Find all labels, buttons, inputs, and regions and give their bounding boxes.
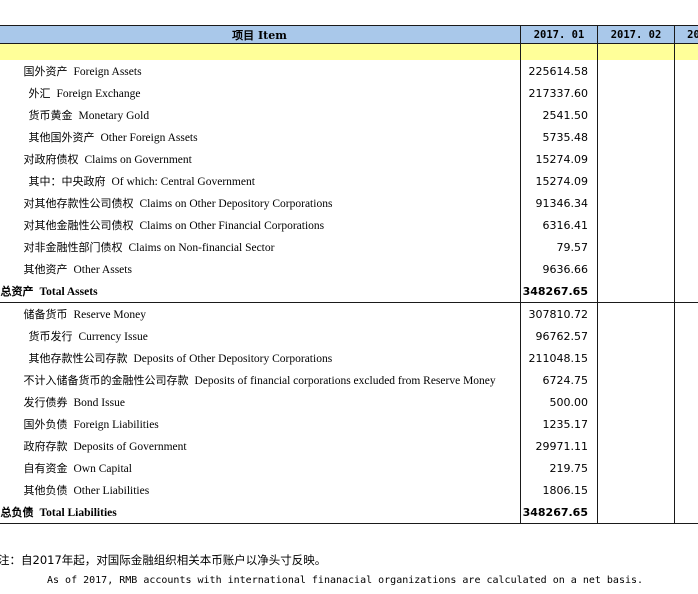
row-label: 发行债券 Bond Issue (23, 396, 125, 409)
row-label: 不计入储备货币的金融性公司存款 Deposits of financial cor… (23, 374, 496, 387)
column-header-month: 2017. 01 (520, 25, 598, 44)
row-value: 9636.66 (520, 258, 598, 280)
row-value: 307810.72 (520, 302, 598, 325)
row-label: 外汇 Foreign Exchange (28, 87, 141, 100)
row-value: 348267.65 (520, 501, 598, 524)
table-row: 自有资金 Own Capital 219.75 (0, 457, 698, 479)
row-label: 总资产 Total Assets (0, 280, 521, 303)
row-value: 5735.48 (520, 126, 598, 148)
balance-sheet-table: 项目 Item 2017. 01 2017. 02 20 国外资产Foreign… (0, 25, 698, 524)
row-value: 6724.75 (520, 369, 598, 391)
row-label: 其他国外资产 Other Foreign Assets (28, 131, 198, 144)
table-row: 国外资产 Foreign Assets 225614.58 (0, 60, 698, 82)
row-label: 总负债 Total Liabilities (0, 501, 521, 524)
header-row: 项目 Item 2017. 01 2017. 02 20 (0, 25, 698, 44)
row-label: 其他资产 Other Assets (23, 263, 132, 276)
row-value: 79.57 (520, 236, 598, 258)
table-row: 其他负债 Other Liabilities 1806.15 (0, 479, 698, 501)
footnote-english: As of 2017, RMB accounts with internatio… (47, 575, 644, 586)
row-value: 2541.50 (520, 104, 598, 126)
table-row: 对其他存款性公司债权 Claims on Other Depository Cor… (0, 192, 698, 214)
row-value: 225614.58 (520, 60, 598, 82)
column-header-month: 2017. 02 (597, 25, 675, 44)
table-row: 其中：中央政府 Of which: Central Government 1527… (0, 170, 698, 192)
table-row: 储备货币 Reserve Money 307810.72 (0, 302, 698, 325)
header-band (0, 43, 698, 60)
table-row: 对政府债权 Claims on Government 15274.09 (0, 148, 698, 170)
table-row: 外汇 Foreign Exchange 217337.60 (0, 82, 698, 104)
row-value: 348267.65 (520, 280, 598, 303)
row-value: 29971.11 (520, 435, 598, 457)
row-value: 1806.15 (520, 479, 598, 501)
row-label: 货币黄金 Monetary Gold (28, 109, 150, 122)
row-value: 91346.34 (520, 192, 598, 214)
row-value: 217337.60 (520, 82, 598, 104)
row-label: 对政府债权 Claims on Government (23, 153, 192, 166)
row-label: 其他存款性公司存款 Deposits of Other Depository Co… (28, 352, 333, 365)
table-row: 其他国外资产 Other Foreign Assets 5735.48 (0, 126, 698, 148)
row-value: 211048.15 (520, 347, 598, 369)
row-value: 15274.09 (520, 170, 598, 192)
footnote-chinese: 注：自2017年起，对国际金融组织相关本币账户以净头寸反映。 (0, 553, 327, 567)
table-row: 货币黄金 Monetary Gold 2541.50 (0, 104, 698, 126)
row-value: 500.00 (520, 391, 598, 413)
column-header-item: 项目 Item (0, 25, 521, 44)
row-value: 6316.41 (520, 214, 598, 236)
row-label: 国外资产 Foreign Assets (23, 65, 142, 78)
footnotes: 注：自2017年起，对国际金融组织相关本币账户以净头寸反映。 As of 201… (0, 551, 698, 590)
table-row: 其他存款性公司存款 Deposits of Other Depository Co… (0, 347, 698, 369)
row-value: 96762.57 (520, 325, 598, 347)
table-row: 政府存款 Deposits of Government 29971.11 (0, 435, 698, 457)
row-label: 储备货币 Reserve Money (23, 308, 147, 321)
table-row: 货币发行 Currency Issue 96762.57 (0, 325, 698, 347)
table-row: 不计入储备货币的金融性公司存款 Deposits of financial cor… (0, 369, 698, 391)
total-liabilities-row: 总负债 Total Liabilities 348267.65 (0, 501, 698, 524)
row-value: 1235.17 (520, 413, 598, 435)
row-label: 其中：中央政府 Of which: Central Government (28, 175, 255, 188)
row-label: 对非金融性部门债权 Claims on Non-financial Sector (23, 241, 275, 254)
table-row: 其他资产 Other Assets 9636.66 (0, 258, 698, 280)
row-label: 自有资金 Own Capital (23, 462, 132, 475)
table-row: 对非金融性部门债权 Claims on Non-financial Sector … (0, 236, 698, 258)
row-label: 对其他存款性公司债权 Claims on Other Depository Cor… (23, 197, 333, 210)
row-label: 其他负债 Other Liabilities (23, 484, 150, 497)
table-row: 对其他金融性公司债权 Claims on Other Financial Corp… (0, 214, 698, 236)
row-value: 15274.09 (520, 148, 598, 170)
column-header-month: 20 (674, 25, 698, 44)
table-row: 发行债券 Bond Issue 500.00 (0, 391, 698, 413)
row-label: 国外负债 Foreign Liabilities (23, 418, 159, 431)
row-label: 货币发行 Currency Issue (28, 330, 148, 343)
row-value: 219.75 (520, 457, 598, 479)
total-assets-row: 总资产 Total Assets 348267.65 (0, 280, 698, 303)
row-label: 政府存款 Deposits of Government (23, 440, 187, 453)
table-row: 国外负债 Foreign Liabilities 1235.17 (0, 413, 698, 435)
row-label: 对其他金融性公司债权 Claims on Other Financial Corp… (23, 219, 325, 232)
